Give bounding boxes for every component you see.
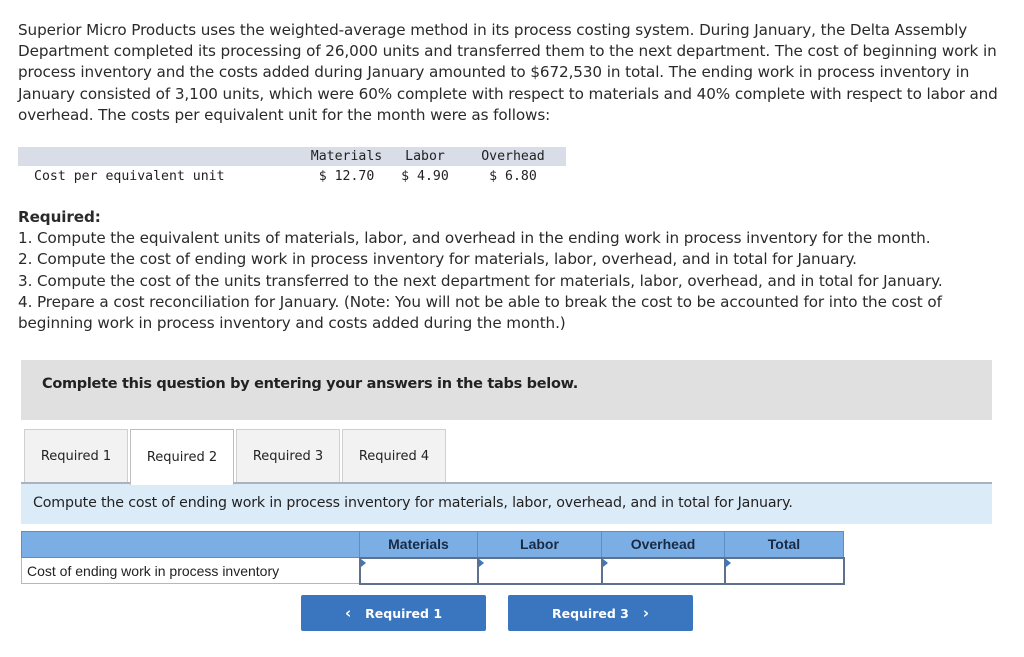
- cost-labor-value: $ 4.90: [401, 168, 449, 184]
- required-item-4: 4. Prepare a cost reconciliation for Jan…: [18, 292, 942, 333]
- input-flag-icon: [602, 558, 608, 567]
- answer-table: Materials Labor Overhead Total Cost of e…: [21, 531, 845, 585]
- tab-label: Required 2: [146, 450, 218, 465]
- tab-required-3[interactable]: Required 3: [236, 429, 340, 483]
- tab-label: Required 4: [358, 449, 430, 464]
- next-required-button[interactable]: Required 3 ›: [508, 595, 693, 631]
- total-cell: [723, 556, 845, 585]
- input-flag-icon: [360, 558, 366, 567]
- cost-materials-value: $ 12.70: [318, 168, 375, 184]
- tab-label: Required 3: [252, 449, 324, 464]
- instruction-banner: Complete this question by entering your …: [21, 360, 992, 420]
- tab-label: Required 1: [40, 449, 112, 464]
- required-item-1: 1. Compute the equivalent units of mater…: [18, 229, 931, 248]
- cost-table-row-label: Cost per equivalent unit: [34, 168, 225, 184]
- table-row: Cost of ending work in process inventory: [21, 556, 845, 585]
- cost-per-equivalent-unit-table: Materials Labor Overhead Cost per equiva…: [18, 147, 566, 186]
- overhead-cell: [600, 556, 726, 585]
- required-section: Required: 1. Compute the equivalent unit…: [18, 207, 1008, 334]
- cost-table-header-row: Materials Labor Overhead: [18, 147, 566, 166]
- answer-header-overhead: Overhead: [601, 531, 725, 558]
- required-title: Required:: [18, 208, 101, 226]
- cost-table-header-blank: [18, 147, 303, 166]
- cost-table-header-materials: Materials: [303, 147, 390, 166]
- answer-table-header-row: Materials Labor Overhead Total: [21, 531, 844, 558]
- input-flag-icon: [725, 558, 731, 567]
- tab-prompt-text: Compute the cost of ending work in proce…: [33, 495, 793, 511]
- answer-header-total: Total: [724, 531, 844, 558]
- required-item-2: 2. Compute the cost of ending work in pr…: [18, 250, 857, 269]
- tab-required-2[interactable]: Required 2: [130, 429, 234, 485]
- answer-header-blank: [21, 531, 360, 558]
- tab-required-4[interactable]: Required 4: [342, 429, 446, 483]
- instruction-text: Complete this question by entering your …: [42, 376, 578, 392]
- materials-input[interactable]: [360, 558, 477, 583]
- required-item-3: 3. Compute the cost of the units transfe…: [18, 271, 943, 290]
- problem-intro: Superior Micro Products uses the weighte…: [18, 21, 998, 124]
- cost-table-header-labor: Labor: [390, 147, 460, 166]
- tab-required-1[interactable]: Required 1: [24, 429, 128, 483]
- materials-cell: [358, 556, 479, 585]
- labor-input[interactable]: [478, 558, 601, 583]
- prev-required-button[interactable]: ‹ Required 1: [301, 595, 486, 631]
- total-input[interactable]: [725, 558, 843, 583]
- cost-overhead-value: $ 6.80: [489, 168, 537, 184]
- answer-row-label: Cost of ending work in process inventory: [21, 557, 360, 584]
- overhead-input[interactable]: [602, 558, 724, 583]
- cost-table-header-overhead: Overhead: [460, 147, 566, 166]
- answer-header-labor: Labor: [477, 531, 602, 558]
- next-button-label: Required 3: [551, 605, 629, 621]
- answer-header-materials: Materials: [359, 531, 478, 558]
- labor-cell: [476, 556, 603, 585]
- prev-button-label: Required 1: [365, 605, 443, 621]
- tab-prompt-banner: Compute the cost of ending work in proce…: [21, 484, 992, 524]
- cost-table-row: Cost per equivalent unit $ 12.70 $ 4.90 …: [18, 166, 566, 186]
- chevron-right-icon: ›: [642, 604, 650, 622]
- chevron-left-icon: ‹: [344, 604, 352, 622]
- input-flag-icon: [478, 558, 484, 567]
